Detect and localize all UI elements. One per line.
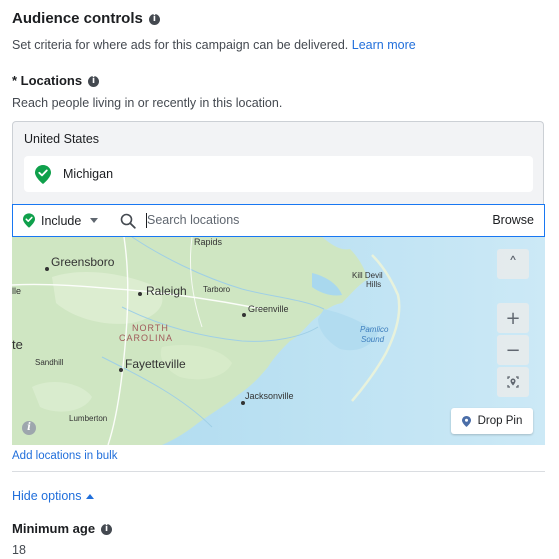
minimum-age-label: Minimum age — [12, 521, 96, 536]
location-target-icon — [507, 376, 519, 388]
search-locations-input[interactable] — [147, 210, 447, 230]
audience-controls-heading: Audience controls i — [12, 10, 160, 27]
map-label-sound: Sound — [361, 335, 385, 344]
map-collapse-button[interactable]: ˄ — [497, 249, 529, 279]
map-label-te: te — [12, 337, 23, 352]
map-label-tarboro: Tarboro — [203, 285, 231, 294]
locate-button[interactable] — [497, 367, 529, 397]
map-label-greensboro: Greensboro — [51, 255, 115, 269]
minus-icon: − — [505, 339, 521, 361]
location-search-bar: Include Browse — [12, 204, 545, 237]
city-dot — [241, 401, 245, 405]
location-chip-michigan[interactable]: Michigan — [24, 156, 533, 192]
locations-heading: * Locations i — [12, 73, 100, 88]
drop-pin-button[interactable]: Drop Pin — [451, 408, 533, 434]
hide-options-toggle[interactable]: Hide options — [12, 489, 94, 503]
info-icon[interactable]: i — [88, 76, 100, 88]
info-icon[interactable]: i — [101, 524, 113, 536]
locations-title: * Locations — [12, 73, 83, 88]
browse-button[interactable]: Browse — [492, 213, 534, 227]
map-label-kill-devil: Kill Devil — [352, 271, 383, 280]
audience-description: Set criteria for where ads for this camp… — [12, 38, 416, 52]
audience-controls-title: Audience controls — [12, 10, 143, 27]
search-icon — [120, 213, 136, 229]
country-label: United States — [24, 132, 100, 146]
zoom-out-button[interactable]: − — [497, 335, 529, 365]
green-location-pin-icon — [35, 165, 51, 184]
text-cursor — [146, 213, 147, 228]
include-dropdown[interactable]: Include — [23, 213, 99, 228]
audience-description-text: Set criteria for where ads for this camp… — [12, 38, 349, 52]
add-locations-bulk-link[interactable]: Add locations in bulk — [12, 450, 117, 462]
map-label-kill-devil-hills: Hills — [366, 280, 382, 289]
location-chip-label: Michigan — [63, 167, 114, 181]
minimum-age-value[interactable]: 18 — [12, 543, 26, 557]
divider — [12, 471, 545, 472]
map-label-jacksonville: Jacksonville — [245, 391, 294, 401]
hide-options-label: Hide options — [12, 489, 82, 503]
city-dot — [138, 292, 142, 296]
map-label-sandhill: Sandhill — [35, 358, 64, 367]
city-dot — [242, 313, 246, 317]
map-label-carolina: CAROLINA — [119, 333, 174, 343]
include-label: Include — [41, 213, 82, 228]
map-label-ile: lle — [12, 286, 22, 296]
minimum-age-heading: Minimum age i — [12, 521, 113, 536]
map-label-greenville: Greenville — [248, 304, 289, 314]
city-dot — [45, 267, 49, 271]
map-label-north: NORTH — [132, 323, 169, 333]
learn-more-link[interactable]: Learn more — [352, 38, 416, 52]
info-icon[interactable]: i — [148, 13, 160, 25]
drop-pin-label: Drop Pin — [477, 415, 523, 427]
city-dot — [119, 368, 123, 372]
chevron-down-icon — [90, 218, 99, 223]
caret-up-icon — [85, 493, 94, 499]
map-label-raleigh: Raleigh — [146, 284, 187, 298]
zoom-in-button[interactable]: + — [497, 303, 529, 333]
map-label-lumberton: Lumberton — [69, 414, 108, 423]
chevron-up-icon: ˄ — [508, 253, 518, 275]
map-label-fayetteville: Fayetteville — [125, 357, 186, 371]
plus-icon: + — [505, 307, 521, 329]
locations-description: Reach people living in or recently in th… — [12, 96, 283, 110]
map-label-rapids: Rapids — [194, 237, 223, 247]
map-info-icon[interactable]: i — [22, 421, 36, 435]
green-location-pin-icon — [23, 213, 35, 228]
map-label-pamlico: Pamlico — [360, 325, 389, 334]
location-pin-icon — [461, 415, 471, 427]
location-map[interactable]: Rapids Greensboro lle Raleigh Tarboro Gr… — [12, 237, 545, 445]
